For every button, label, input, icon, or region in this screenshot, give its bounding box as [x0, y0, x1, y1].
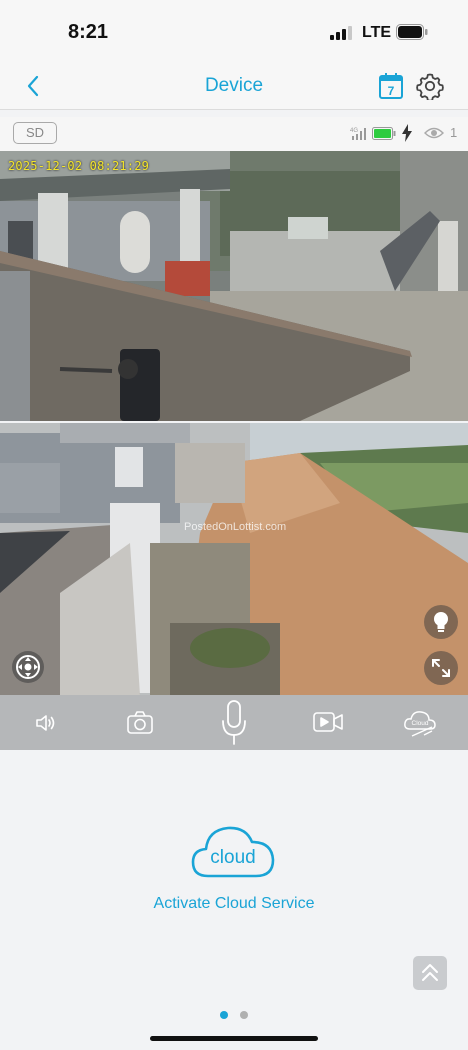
status-time: 8:21 [68, 21, 109, 43]
calendar-day: 7 [388, 84, 395, 98]
calendar-icon[interactable]: 7 [378, 72, 404, 100]
fullscreen-button[interactable] [424, 651, 458, 685]
double-chevron-up-icon [422, 964, 438, 981]
microphone-button[interactable] [212, 695, 256, 750]
home-indicator[interactable] [150, 1036, 318, 1041]
microphone-icon [222, 700, 246, 745]
cloud-service-panel: cloud Activate Cloud Service [0, 750, 468, 1050]
gear-icon[interactable] [416, 72, 444, 100]
camera-feed-1[interactable]: 2025-12-02 08:21:29 [0, 151, 468, 421]
nav-header: Device 7 [0, 62, 468, 110]
eye-icon [424, 127, 444, 139]
network-label: 4G [350, 128, 358, 134]
cloud-off-icon: Cloud [404, 711, 436, 737]
snapshot-icon [127, 711, 153, 734]
device-screen: 8:21 LTE Device 7 SD 4G 1 2025-12-02 08:… [0, 0, 468, 1050]
cloud-service-logo[interactable]: cloud [190, 820, 276, 882]
ptz-control-button[interactable] [12, 651, 44, 683]
record-button[interactable] [306, 695, 350, 750]
expand-icon [432, 659, 450, 677]
cloud-recording-button[interactable]: Cloud [398, 695, 442, 750]
sd-card-badge[interactable]: SD [13, 122, 57, 144]
camera-feed-1-image [0, 151, 468, 421]
status-bar: 8:21 LTE [0, 0, 468, 62]
camera-timestamp: 2025-12-02 08:21:29 [8, 159, 150, 173]
carrier-label: LTE [362, 24, 392, 41]
cloud-off-label: Cloud [412, 720, 429, 727]
battery-icon [396, 24, 428, 40]
ptz-icon [16, 655, 40, 679]
signal-icon [330, 26, 352, 40]
record-icon [313, 712, 343, 732]
device-info-strip: SD 4G 1 [0, 117, 468, 151]
device-battery-icon [372, 127, 396, 140]
snapshot-button[interactable] [118, 695, 162, 750]
pager-dot-active[interactable] [220, 1011, 228, 1019]
watermark-text: PostedOnLottist.com [184, 521, 287, 533]
pager-dot[interactable] [240, 1011, 248, 1019]
cellular-4g-icon: 4G [350, 128, 366, 140]
spotlight-button[interactable] [424, 605, 458, 639]
lightbulb-icon [434, 612, 448, 632]
viewer-count: 1 [450, 125, 458, 140]
live-control-bar: Cloud [0, 695, 468, 750]
camera-feed-2-image [0, 423, 468, 695]
scroll-to-top-button[interactable] [413, 956, 447, 990]
speaker-button[interactable] [24, 695, 68, 750]
speaker-icon [36, 715, 55, 731]
charging-icon [402, 124, 412, 142]
camera-feed-2[interactable]: PostedOnLottist.com [0, 423, 468, 695]
activate-cloud-service-link[interactable]: Activate Cloud Service [0, 895, 468, 913]
cloud-logo-text: cloud [210, 847, 256, 868]
